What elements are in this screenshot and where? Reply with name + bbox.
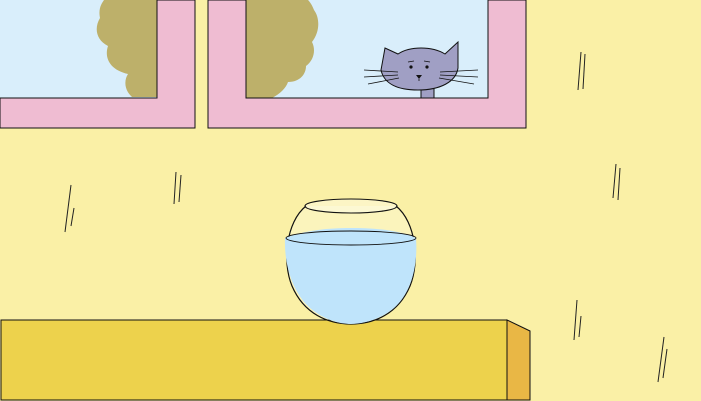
fishbowl-icon (284, 198, 417, 325)
shelf-side (506, 319, 531, 401)
illustration-scene (0, 0, 701, 401)
right-window (207, 0, 527, 129)
shelf-icon (0, 319, 531, 401)
left-window (0, 0, 196, 129)
shelf-front (0, 319, 508, 401)
